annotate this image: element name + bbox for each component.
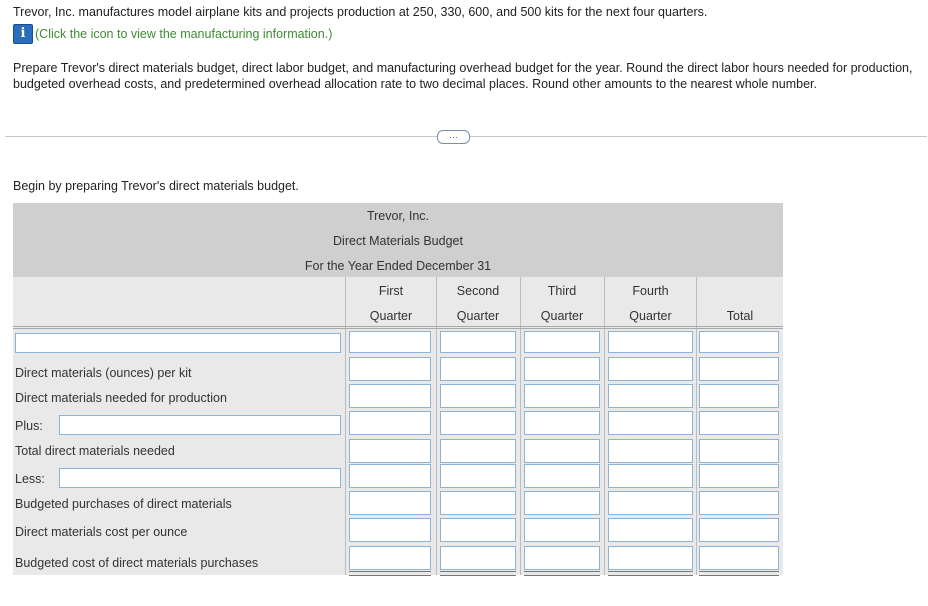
amount-input[interactable] [699,331,779,353]
column-divider [604,277,605,575]
row-label-less: Less: [15,472,45,486]
amount-input[interactable] [440,491,516,515]
header-rule [13,326,783,329]
column-divider [436,277,437,575]
col-header-bottom: Quarter [456,309,500,323]
column-divider [520,277,521,575]
amount-input[interactable] [524,411,600,435]
amount-input[interactable] [440,439,516,463]
amount-input[interactable] [699,491,779,515]
amount-input[interactable] [349,546,431,570]
row-label: Direct materials (ounces) per kit [15,366,192,380]
amount-input[interactable] [349,439,431,463]
amount-input[interactable] [349,464,431,488]
col-header-top: Fourth [632,284,669,298]
amount-input[interactable] [608,546,693,570]
info-icon[interactable]: i [13,24,33,44]
col-header-bottom: Quarter [369,309,413,323]
company-name: Trevor, Inc. [366,209,430,223]
row-label-plus: Plus: [15,419,43,433]
row-label: Direct materials needed for production [15,391,227,405]
amount-input[interactable] [699,464,779,488]
amount-input[interactable] [349,518,431,542]
expand-button[interactable]: … [437,130,470,144]
amount-input[interactable] [524,518,600,542]
amount-input[interactable] [349,491,431,515]
col-header-bottom: Total [726,309,754,323]
col-header-top: First [378,284,404,298]
amount-input[interactable] [440,357,516,381]
amount-input[interactable] [524,464,600,488]
total-underline [608,571,693,576]
row-label: Budgeted purchases of direct materials [15,497,232,511]
amount-input[interactable] [440,464,516,488]
row-label-input[interactable] [15,333,341,353]
amount-input[interactable] [349,331,431,353]
amount-input[interactable] [524,546,600,570]
less-item-input[interactable] [59,468,341,488]
amount-input[interactable] [524,491,600,515]
amount-input[interactable] [699,411,779,435]
amount-input[interactable] [524,357,600,381]
total-underline [524,571,600,576]
amount-input[interactable] [440,384,516,408]
amount-input[interactable] [349,357,431,381]
amount-input[interactable] [440,331,516,353]
amount-input[interactable] [440,518,516,542]
amount-input[interactable] [699,439,779,463]
budget-period: For the Year Ended December 31 [304,259,492,273]
row-label: Budgeted cost of direct materials purcha… [15,556,259,570]
amount-input[interactable] [349,411,431,435]
step-prompt: Begin by preparing Trevor's direct mater… [13,179,299,193]
plus-item-input[interactable] [59,415,341,435]
amount-input[interactable] [440,411,516,435]
problem-statement: Trevor, Inc. manufactures model airplane… [13,5,708,19]
instructions: Prepare Trevor's direct materials budget… [13,61,913,91]
amount-input[interactable] [608,357,693,381]
col-header-top: Third [547,284,577,298]
amount-input[interactable] [699,518,779,542]
total-underline [349,571,431,576]
amount-input[interactable] [608,331,693,353]
total-underline [699,571,779,576]
amount-input[interactable] [699,546,779,570]
amount-input[interactable] [699,384,779,408]
budget-title: Direct Materials Budget [333,234,463,248]
col-header-bottom: Quarter [540,309,584,323]
amount-input[interactable] [349,384,431,408]
amount-input[interactable] [524,439,600,463]
amount-input[interactable] [608,384,693,408]
amount-input[interactable] [608,464,693,488]
amount-input[interactable] [608,518,693,542]
amount-input[interactable] [608,439,693,463]
amount-input[interactable] [524,331,600,353]
info-link[interactable]: (Click the icon to view the manufacturin… [35,27,332,41]
col-header-bottom: Quarter [629,309,672,323]
amount-input[interactable] [608,411,693,435]
info-row: i (Click the icon to view the manufactur… [13,24,332,44]
col-header-top: Second [456,284,500,298]
column-divider [696,277,697,575]
amount-input[interactable] [524,384,600,408]
total-underline [440,571,516,576]
amount-input[interactable] [608,491,693,515]
amount-input[interactable] [699,357,779,381]
column-divider [345,277,346,575]
amount-input[interactable] [440,546,516,570]
row-label: Direct materials cost per ounce [15,525,188,539]
row-label: Total direct materials needed [15,444,175,458]
